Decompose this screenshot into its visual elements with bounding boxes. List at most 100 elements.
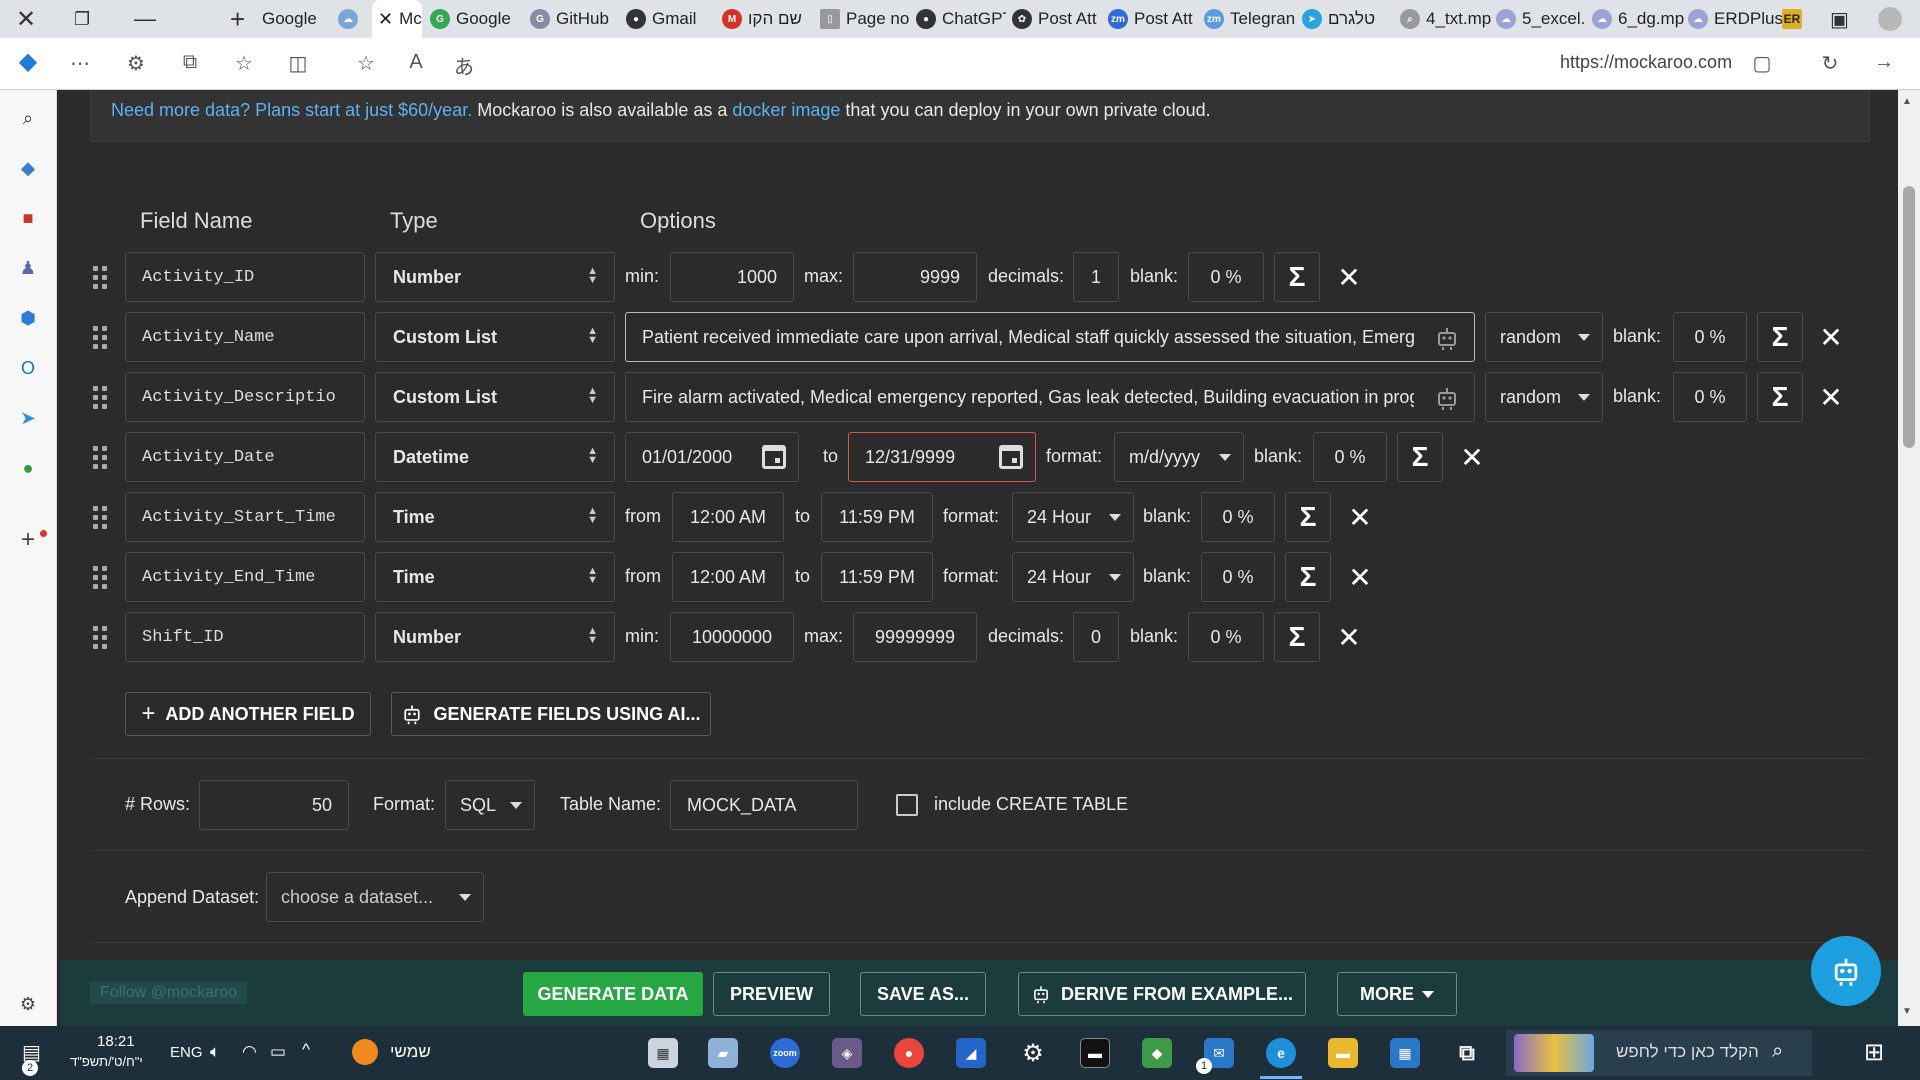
outlook-icon[interactable]: O [14,354,42,382]
browser-tab[interactable]: ➤ טלגרם [1302,0,1400,38]
formula-sigma-button[interactable]: Σ [1285,492,1331,542]
twitter-follow-link[interactable]: Follow @mockaroo [90,982,248,1004]
selection-mode-dropdown[interactable]: random [1485,372,1603,422]
volume-icon[interactable]: 🔈︎ [210,1042,220,1062]
search-icon[interactable]: ⌕ [14,104,42,132]
tab-search-icon[interactable]: ▣ [1830,0,1856,38]
add-field-button[interactable]: + ADD ANOTHER FIELD [125,692,371,736]
custom-list-values-input[interactable]: Patient received immediate care upon arr… [625,312,1475,362]
scroll-thumb[interactable] [1903,186,1915,448]
blank-input[interactable]: 0 % [1201,492,1275,542]
type-selector[interactable]: Time ▲ ▼ [375,492,615,542]
forward-icon[interactable]: → [1868,51,1900,74]
blank-input[interactable]: 0 % [1201,552,1275,602]
drag-handle[interactable] [93,385,107,409]
blank-input[interactable]: 0 % [1188,612,1264,662]
append-dataset-dropdown[interactable]: choose a dataset... [266,872,484,922]
field-name-input[interactable]: Shift_ID [125,612,365,662]
decimals-input[interactable]: 1 [1073,252,1119,302]
settings-icon[interactable]: ⚙ [14,990,42,1018]
browser-tab[interactable]: Google [262,0,342,38]
notes-app-icon[interactable]: ▰ [708,1038,738,1068]
custom-list-values-input[interactable]: Fire alarm activated, Medical emergency … [625,372,1475,422]
blank-input[interactable]: 0 % [1673,312,1747,362]
output-format-dropdown[interactable]: SQL [445,780,535,830]
favorites-icon[interactable]: ☆ [228,51,260,76]
tree-icon[interactable]: ● [14,454,42,482]
date-from-input[interactable]: 01/01/2000 [625,432,799,482]
field-name-input[interactable]: Activity_Descriptio [125,372,365,422]
time-from-input[interactable]: 12:00 AM [672,492,784,542]
field-name-input[interactable]: Activity_ID [125,252,365,302]
derive-from-example-button[interactable]: DERIVE FROM EXAMPLE... [1018,972,1306,1016]
table-name-input[interactable]: MOCK_DATA [670,780,858,830]
battery-icon[interactable]: ▭ [270,1042,286,1062]
formula-sigma-button[interactable]: Σ [1757,312,1803,362]
calendar-icon[interactable] [762,445,786,469]
browser-tab[interactable]: G GitHub [530,0,610,38]
generate-fields-ai-button[interactable]: GENERATE FIELDS USING AI... [391,692,711,736]
max-input[interactable]: 99999999 [853,612,977,662]
date-format-dropdown[interactable]: m/d/yyyy [1114,432,1244,482]
m365-icon[interactable]: ⬢ [14,304,42,332]
save-as-button[interactable]: SAVE AS... [860,972,986,1016]
edge-app-icon[interactable]: e [1266,1038,1296,1068]
task-view-icon[interactable]: ⧉ [1452,1038,1482,1068]
time-to-input[interactable]: 11:59 PM [821,492,933,542]
pricing-link[interactable]: Need more data? Plans start at just $60/… [111,100,472,120]
chrome-app-icon[interactable]: ● [894,1038,924,1068]
store-app-icon[interactable]: ▦ [1390,1038,1420,1068]
min-input[interactable]: 10000000 [670,612,794,662]
more-icon[interactable]: ⋯ [64,51,96,76]
type-selector[interactable]: Number ▲ ▼ [375,612,615,662]
lock-icon[interactable]: ▢ [1746,51,1778,76]
blank-input[interactable]: 0 % [1673,372,1747,422]
games-icon[interactable]: ♟ [14,254,42,282]
browser-tab[interactable]: ✿ Post Att [1012,0,1106,38]
selection-mode-dropdown[interactable]: random [1485,312,1603,362]
rows-input[interactable]: 50 [199,780,349,830]
translate-icon[interactable]: あ [448,51,480,80]
formula-sigma-button[interactable]: Σ [1397,432,1443,482]
weather-sun-icon[interactable] [352,1039,378,1065]
browser-tab[interactable]: ⌕ 4_txt.mp [1400,0,1496,38]
field-name-input[interactable]: Activity_Name [125,312,365,362]
field-name-input[interactable]: Activity_Start_Time [125,492,365,542]
show-hidden-icons-icon[interactable]: ^ [302,1040,310,1060]
browser-tab[interactable]: M שם הקו [722,0,812,38]
settings-app-icon[interactable]: ⚙ [1018,1038,1048,1068]
send-icon[interactable]: ➤ [14,404,42,432]
browser-tab[interactable]: G Google [430,0,514,38]
file-explorer-icon[interactable]: ▬ [1328,1038,1358,1068]
docker-link[interactable]: docker image [732,100,840,120]
time-format-dropdown[interactable]: 24 Hour [1012,552,1134,602]
dev-app-icon[interactable]: ◈ [832,1038,862,1068]
time-to-input[interactable]: 11:59 PM [821,552,933,602]
drag-handle[interactable] [93,265,107,289]
windows-start-icon[interactable]: ⊞ [1864,1038,1884,1067]
drag-handle[interactable] [93,325,107,349]
browser-tab[interactable]: ☁ 5_excel. [1496,0,1592,38]
type-selector[interactable]: Datetime ▲ ▼ [375,432,615,482]
page-scrollbar[interactable]: ▲ ▼ [1898,90,1920,1026]
zoom-app-icon[interactable]: zoom [770,1038,800,1068]
ai-robot-icon[interactable] [1434,385,1460,411]
remove-field-icon[interactable]: ✕ [1816,322,1846,353]
create-table-checkbox[interactable] [896,794,918,816]
time-from-input[interactable]: 12:00 AM [672,552,784,602]
toolbox-icon[interactable]: ■ [14,204,42,232]
git-app-icon[interactable]: ◆ [1142,1038,1172,1068]
decimals-input[interactable]: 0 [1073,612,1119,662]
taskbar-search-box[interactable]: הקלד כאן כדי לחפש ⌕ [1506,1030,1812,1076]
browser-tab-active[interactable]: ✕ Mc [372,0,422,38]
close-window-icon[interactable]: ✕ [16,0,40,38]
drag-handle[interactable] [93,565,107,589]
min-input[interactable]: 1000 [670,252,794,302]
formula-sigma-button[interactable]: Σ [1285,552,1331,602]
tag-icon[interactable]: ◆ [14,154,42,182]
browser-tab[interactable]: ● ChatGPT [916,0,1006,38]
remove-field-icon[interactable]: ✕ [1816,382,1846,413]
add-favorite-icon[interactable]: ☆ [350,51,382,76]
remove-field-icon[interactable]: ✕ [1457,442,1487,473]
drag-handle[interactable] [93,445,107,469]
